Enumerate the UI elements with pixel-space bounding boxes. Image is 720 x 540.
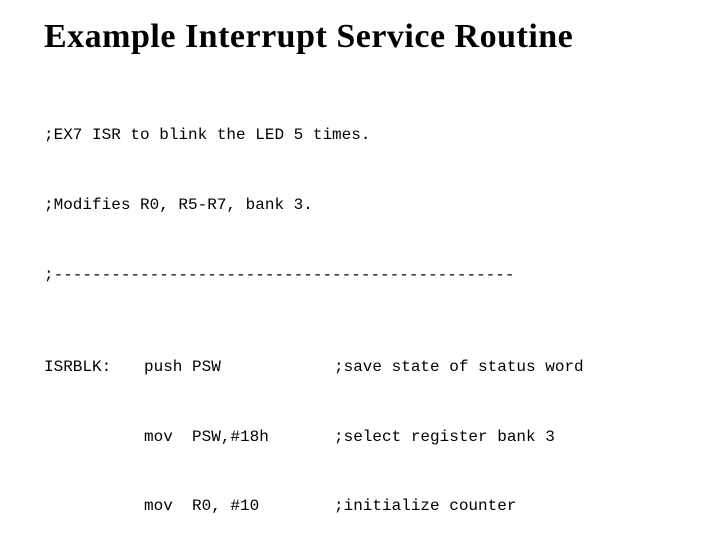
code-row: mov PSW,#18h ;select register bank 3 (44, 426, 692, 449)
code-instr: push PSW (144, 356, 334, 379)
slide: Example Interrupt Service Routine ;EX7 I… (0, 0, 720, 540)
slide-title: Example Interrupt Service Routine (44, 18, 692, 56)
code-instr: mov R0, #10 (144, 495, 334, 518)
code-comment: ;initialize counter (334, 495, 692, 518)
code-comment: ;save state of status word (334, 356, 692, 379)
code-comment-line: ;---------------------------------------… (44, 264, 692, 287)
code-label (44, 426, 144, 449)
code-instr: mov PSW,#18h (144, 426, 334, 449)
code-row: mov R0, #10 ;initialize counter (44, 495, 692, 518)
code-label (44, 495, 144, 518)
code-block: ;EX7 ISR to blink the LED 5 times. ;Modi… (44, 78, 692, 540)
code-comment: ;select register bank 3 (334, 426, 692, 449)
code-comment-line: ;Modifies R0, R5-R7, bank 3. (44, 194, 692, 217)
code-comment-line: ;EX7 ISR to blink the LED 5 times. (44, 124, 692, 147)
code-label: ISRBLK: (44, 356, 144, 379)
code-row: ISRBLK: push PSW ;save state of status w… (44, 356, 692, 379)
